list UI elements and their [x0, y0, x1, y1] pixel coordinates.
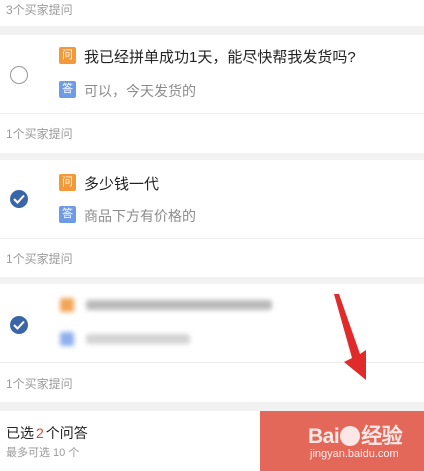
selected-suffix: 个问答 — [45, 425, 88, 441]
previous-question-tail: 3个买家提问 — [0, 0, 424, 26]
answer-text: 商品下方有价格的 — [84, 208, 196, 224]
checkmark-icon — [13, 320, 25, 330]
question-text: 多少钱一代 — [84, 176, 160, 193]
watermark-logo-text: Bai — [308, 425, 340, 448]
selected-count-text: 已选 2 个问答 — [6, 423, 88, 443]
watermark-logo: Bai 经验 — [308, 420, 403, 450]
checkbox-unchecked[interactable] — [10, 66, 28, 84]
checkmark-icon — [13, 194, 25, 204]
baidu-jingyan-watermark: Bai 经验 jingyan.baidu.com — [308, 414, 424, 466]
answer-text-blurred — [86, 334, 190, 344]
answer-badge-icon: 答 — [59, 81, 76, 98]
divider — [0, 238, 424, 239]
question-badge-icon: 问 — [59, 174, 76, 191]
selected-prefix: 已选 — [6, 425, 34, 441]
question-item-2[interactable]: 问 多少钱一代 答 商品下方有价格的 1个买家提问 — [0, 160, 424, 277]
watermark-site: jingyan.baidu.com — [310, 448, 399, 460]
question-text: 我已经拼单成功1天，能尽快帮我发货吗? — [84, 49, 356, 66]
checkbox-checked[interactable] — [10, 316, 28, 334]
asker-count: 1个买家提问 — [6, 127, 73, 141]
asker-count: 1个买家提问 — [6, 377, 73, 391]
asker-count: 1个买家提问 — [6, 252, 73, 266]
answer-badge-icon-blurred — [60, 332, 74, 346]
selected-count: 2 — [36, 425, 44, 441]
watermark-logo-text-2: 经验 — [361, 425, 403, 448]
checkbox-checked[interactable] — [10, 190, 28, 208]
divider — [0, 113, 424, 114]
question-badge-icon: 问 — [59, 47, 76, 64]
paw-icon — [340, 426, 361, 446]
asker-count: 3个买家提问 — [6, 3, 73, 17]
answer-text: 可以，今天发货的 — [84, 83, 196, 99]
max-selectable-text: 最多可选 10 个 — [6, 447, 80, 459]
question-badge-icon-blurred — [60, 298, 74, 312]
annotation-arrow-icon — [334, 294, 366, 380]
answer-badge-icon: 答 — [59, 206, 76, 223]
question-text-blurred — [86, 300, 272, 310]
question-item-1[interactable]: 问 我已经拼单成功1天，能尽快帮我发货吗? 答 可以，今天发货的 1个买家提问 — [0, 35, 424, 153]
